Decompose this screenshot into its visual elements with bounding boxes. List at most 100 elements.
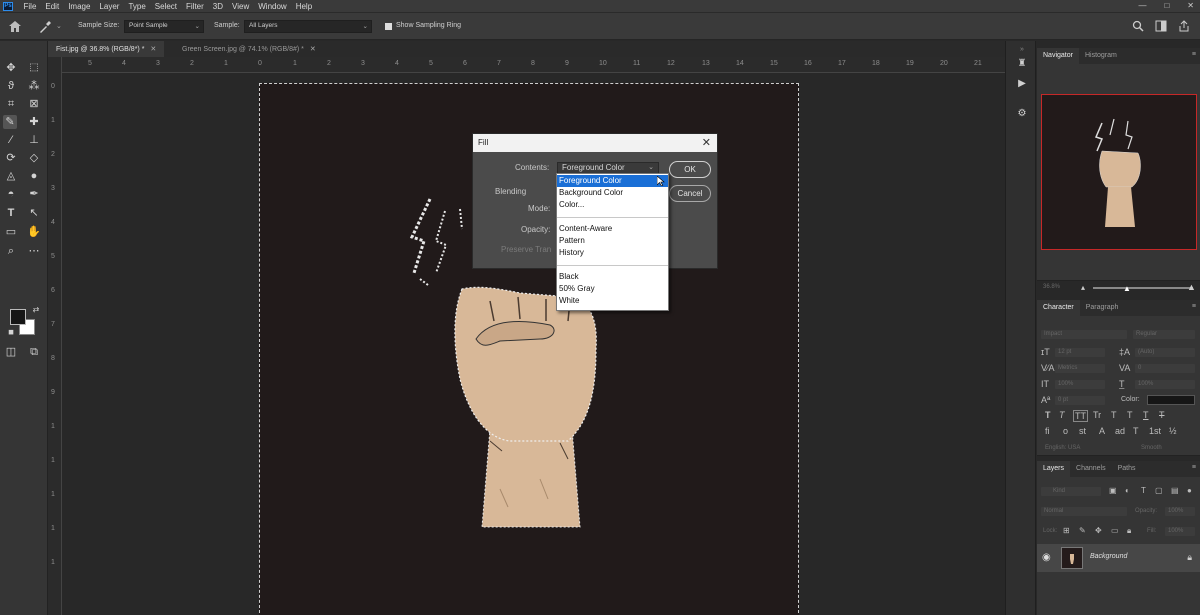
menu-image[interactable]: Image xyxy=(64,2,95,11)
frame-tool-icon[interactable]: ⊠ xyxy=(27,97,41,111)
lock-artboard-icon[interactable]: ▭ xyxy=(1111,526,1119,535)
font-size-field[interactable]: 12 pt xyxy=(1055,348,1105,357)
tracking-field[interactable]: 0 xyxy=(1135,364,1195,373)
stylistic-alternates-button[interactable]: ad xyxy=(1115,426,1125,436)
underline-button[interactable]: T xyxy=(1143,410,1149,420)
workspace-icon[interactable] xyxy=(1155,20,1167,32)
actions-play-icon[interactable]: ▶ xyxy=(1015,77,1029,91)
share-icon[interactable] xyxy=(1178,20,1190,32)
titling-button[interactable]: T xyxy=(1133,426,1139,436)
baseline-shift-field[interactable]: 0 pt xyxy=(1055,396,1105,405)
tab-green-screen[interactable]: Green Screen.jpg @ 74.1% (RGB/8#) * ✕ xyxy=(174,41,324,57)
eyedropper-icon[interactable] xyxy=(38,20,52,33)
menu-select[interactable]: Select xyxy=(150,2,181,11)
filter-adjustment-icon[interactable]: ◐ xyxy=(1125,486,1130,495)
visibility-eye-icon[interactable]: ◉ xyxy=(1042,552,1051,563)
subscript-button[interactable]: T xyxy=(1127,410,1133,420)
layer-filter-select[interactable]: Kind xyxy=(1041,487,1101,496)
filter-toggle-icon[interactable]: ● xyxy=(1187,486,1192,495)
move-tool-icon[interactable]: ✥ xyxy=(4,61,18,75)
dropdown-item-pattern[interactable]: Pattern xyxy=(557,235,668,247)
zoom-slider-handle[interactable]: ▲ xyxy=(1123,284,1131,293)
horizontal-scale-field[interactable]: 100% xyxy=(1135,380,1195,389)
quick-mask-icon[interactable]: ◫ xyxy=(4,345,18,359)
menu-3d[interactable]: 3D xyxy=(208,2,227,11)
menu-window[interactable]: Window xyxy=(254,2,291,11)
maximize-button[interactable]: □ xyxy=(1164,1,1169,10)
show-sampling-ring-checkbox[interactable] xyxy=(385,23,392,30)
marquee-tool-icon[interactable]: ⬚ xyxy=(27,61,41,75)
text-color-swatch[interactable] xyxy=(1147,395,1195,405)
default-colors-icon[interactable]: ◼ xyxy=(4,326,18,340)
menu-type[interactable]: Type xyxy=(124,2,150,11)
lock-transparent-icon[interactable]: ⊞ xyxy=(1063,526,1070,535)
blur-tool-icon[interactable]: ● xyxy=(27,169,41,183)
eraser-tool-icon[interactable]: ◇ xyxy=(27,151,41,165)
hand-tool-icon[interactable]: ✋ xyxy=(27,225,41,239)
brush-tool-icon[interactable]: ⁄ xyxy=(4,133,18,147)
layer-row-background[interactable]: ◉ Background 🔒︎ xyxy=(1037,544,1200,572)
zoom-in-icon[interactable]: ▲ xyxy=(1187,282,1196,292)
panel-menu-icon[interactable]: ≡ xyxy=(1192,51,1196,58)
type-tool-icon[interactable]: T xyxy=(4,206,18,220)
dodge-tool-icon[interactable]: ◓ xyxy=(4,187,18,201)
tab-character[interactable]: Character xyxy=(1037,300,1080,316)
faux-italic-button[interactable]: T xyxy=(1059,410,1065,420)
swash-button[interactable]: A xyxy=(1099,426,1105,436)
sample-select[interactable]: All Layers ⌄ xyxy=(244,20,372,33)
panel-menu-icon[interactable]: ≡ xyxy=(1192,303,1196,310)
collapse-icon[interactable]: » xyxy=(1015,43,1029,57)
history-brush-tool-icon[interactable]: ⟳ xyxy=(4,151,18,165)
font-family-select[interactable]: Impact xyxy=(1041,330,1127,339)
magic-wand-tool-icon[interactable]: ⁂ xyxy=(27,79,41,93)
tab-layers[interactable]: Layers xyxy=(1037,461,1071,477)
vertical-scale-field[interactable]: 100% xyxy=(1055,380,1105,389)
old-style-button[interactable]: o xyxy=(1063,426,1068,436)
tab-paths[interactable]: Paths xyxy=(1112,461,1142,477)
filter-type-icon[interactable]: T xyxy=(1141,486,1146,495)
fill-field[interactable]: 100% xyxy=(1165,527,1195,536)
ordinals-button[interactable]: 1st xyxy=(1149,426,1161,436)
lasso-tool-icon[interactable]: ϑ xyxy=(4,79,18,93)
zoom-slider-track[interactable] xyxy=(1093,287,1193,289)
small-caps-button[interactable]: Tr xyxy=(1093,410,1101,420)
all-caps-button[interactable]: TT xyxy=(1073,410,1088,422)
language-value[interactable]: English: USA xyxy=(1045,445,1080,451)
tab-channels[interactable]: Channels xyxy=(1070,461,1112,477)
menu-edit[interactable]: Edit xyxy=(41,2,64,11)
layer-name[interactable]: Background xyxy=(1090,553,1127,560)
swap-colors-icon[interactable]: ⇄ xyxy=(29,303,43,317)
menu-file[interactable]: File xyxy=(19,2,41,11)
foreground-color-swatch[interactable] xyxy=(10,309,26,325)
rectangle-tool-icon[interactable]: ▭ xyxy=(4,225,18,239)
dropdown-item-content-aware[interactable]: Content-Aware xyxy=(557,223,668,235)
pen-tool-icon[interactable]: ✒ xyxy=(27,187,41,201)
history-panel-icon[interactable]: ♜ xyxy=(1015,57,1029,71)
leading-field[interactable]: (Auto) xyxy=(1135,348,1195,357)
properties-panel-icon[interactable]: ⚙ xyxy=(1015,107,1029,121)
lock-all-icon[interactable]: 🔒︎ xyxy=(1127,526,1131,536)
filter-smart-object-icon[interactable]: ▤ xyxy=(1171,486,1179,495)
dropdown-item-50-gray[interactable]: 50% Gray xyxy=(557,283,668,295)
menu-filter[interactable]: Filter xyxy=(182,2,209,11)
menu-layer[interactable]: Layer xyxy=(95,2,124,11)
menu-help[interactable]: Help xyxy=(291,2,316,11)
layer-opacity-field[interactable]: 100% xyxy=(1165,507,1195,516)
tab-fist[interactable]: Fist.jpg @ 36.8% (RGB/8*) * ✕ xyxy=(48,41,165,57)
tool-preset-chevron[interactable]: ⌄ xyxy=(56,22,62,30)
faux-bold-button[interactable]: T xyxy=(1045,410,1051,420)
eyedropper-tool-icon[interactable]: ✎ xyxy=(3,115,17,129)
font-style-select[interactable]: Regular xyxy=(1133,330,1195,339)
discretionary-ligatures-button[interactable]: st xyxy=(1079,426,1086,436)
navigator-preview[interactable] xyxy=(1041,94,1197,250)
lock-position-icon[interactable]: ✥ xyxy=(1095,526,1102,535)
superscript-button[interactable]: T xyxy=(1111,410,1117,420)
zoom-value[interactable]: 36.8% xyxy=(1043,284,1060,290)
clone-stamp-tool-icon[interactable]: ⊥ xyxy=(27,133,41,147)
kerning-field[interactable]: Metrics xyxy=(1055,364,1105,373)
zoom-tool-icon[interactable]: ⌕ xyxy=(4,244,18,258)
search-icon[interactable] xyxy=(1132,20,1144,32)
cancel-button[interactable]: Cancel xyxy=(669,185,711,202)
close-icon[interactable]: ✕ xyxy=(150,45,156,53)
healing-brush-tool-icon[interactable]: ✚ xyxy=(27,115,41,129)
